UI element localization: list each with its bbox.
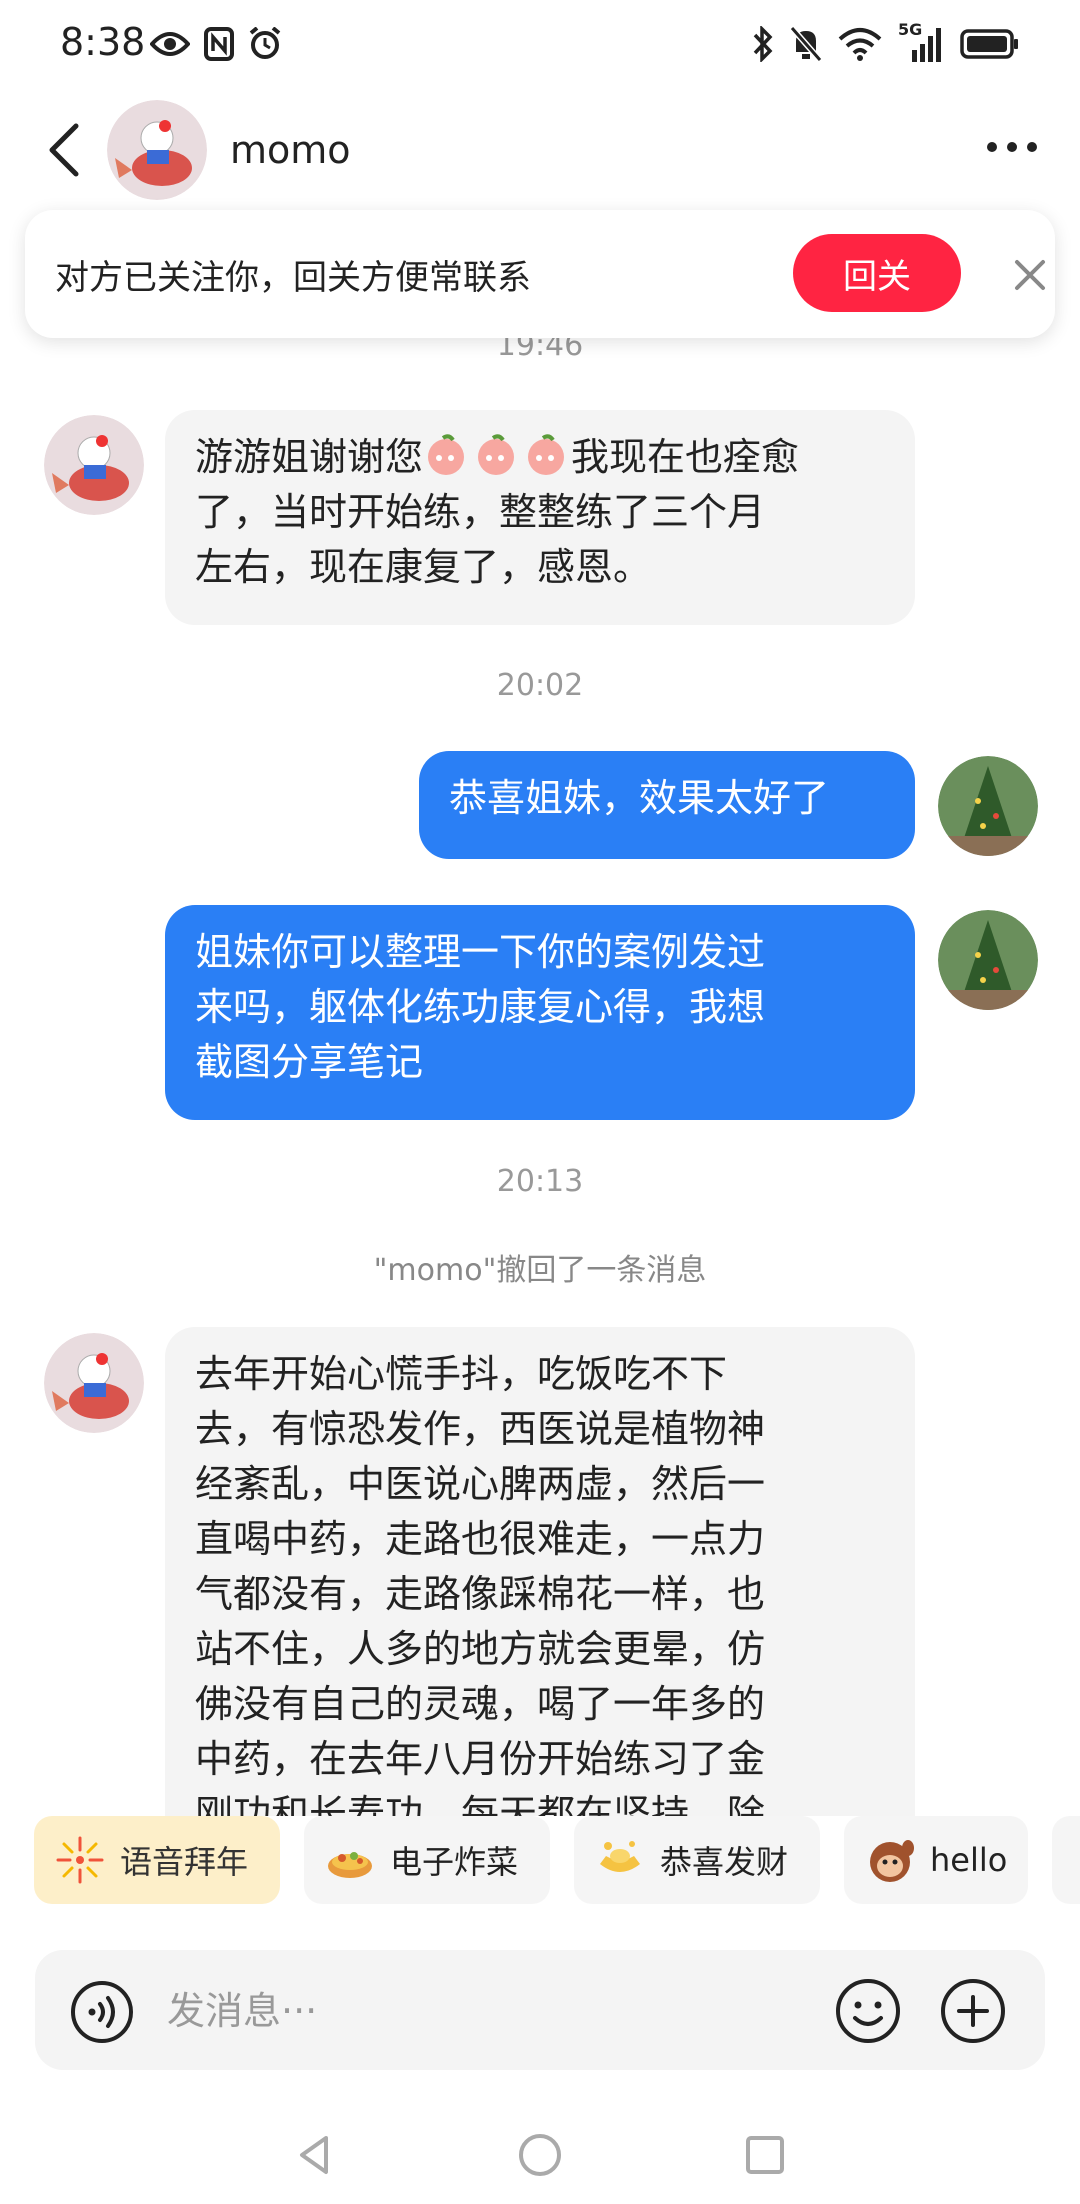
peach-emoji-icon (523, 432, 569, 478)
message-line: 游游姐谢谢您 我现在也痊愈 (195, 430, 885, 485)
nav-home-button[interactable] (515, 2130, 565, 2180)
triangle-back-icon (300, 2136, 328, 2174)
my-avatar[interactable] (938, 756, 1038, 856)
system-nav-bar (0, 2110, 1080, 2204)
alarm-icon (249, 27, 281, 59)
message-line: 佛没有自己的灵魂，喝了一年多的 (195, 1682, 766, 1726)
emoji-icon (836, 1979, 900, 2043)
square-recents-icon (746, 2136, 784, 2174)
message-line: 经紊乱，中医说心脾两虚，然后一 (195, 1462, 766, 1506)
timestamp: 20:13 (496, 1164, 584, 1199)
message-line: 截图分享笔记 (195, 1040, 424, 1084)
message-line: 了，当时开始练，整整练了三个月 (195, 490, 766, 534)
close-banner-button[interactable] (1005, 250, 1055, 300)
status-time: 8:38 (60, 20, 146, 64)
contact-avatar[interactable] (44, 415, 144, 515)
quick-reply-label: 语音拜年 (120, 1843, 249, 1881)
quick-reply-chip[interactable]: 恭喜发财 (574, 1816, 820, 1904)
message-text: 游游姐谢谢您 (195, 435, 424, 479)
incoming-message[interactable]: 游游姐谢谢您 我现在也痊愈 了，当时开始练，整整练了三个月 左右，现在康复了，感恩… (165, 410, 915, 625)
message-line: 气都没有，走路像踩棉花一样，也 (195, 1572, 766, 1616)
message-line: 去年开始心慌手抖，吃饭吃不下 (195, 1352, 728, 1396)
quick-reply-chip[interactable]: hello (844, 1816, 1028, 1904)
quick-reply-chip[interactable]: 语音拜年 (34, 1816, 280, 1904)
outgoing-message[interactable]: 姐妹你可以整理一下你的案例发过 来吗，躯体化练功康复心得，我想 截图分享笔记 (165, 905, 915, 1120)
message-text: 我现在也痊愈 (571, 435, 800, 479)
message-input-bar (35, 1950, 1045, 2070)
message-line: 姐妹你可以整理一下你的案例发过 (195, 930, 766, 974)
message-line: 站不住，人多的地方就会更晕，仿 (195, 1627, 766, 1671)
signal-5g-icon: 5G (898, 20, 944, 64)
chat-header: momo (0, 90, 1080, 210)
quick-reply-label: 恭喜发财 (660, 1843, 789, 1881)
message-line: 去，有惊恐发作，西医说是植物神 (195, 1407, 766, 1451)
more-actions-button[interactable] (940, 1978, 1006, 2044)
chevron-left-icon (49, 123, 79, 177)
voice-icon (71, 1981, 133, 2043)
close-icon (1015, 260, 1045, 290)
message-line: 左右，现在康复了，感恩。 (195, 545, 652, 589)
battery-icon (960, 29, 1018, 59)
outgoing-message[interactable]: 恭喜姐妹，效果太好了 (419, 751, 915, 859)
wifi-icon (838, 28, 882, 61)
contact-name[interactable]: momo (230, 128, 351, 172)
monkey-wave-icon (870, 1840, 914, 1882)
incoming-message[interactable]: 去年开始心慌手抖，吃饭吃不下 去，有惊恐发作，西医说是植物神 经紊乱，中医说心脾… (165, 1327, 915, 1816)
recall-notice: "momo"撤回了一条消息 (373, 1253, 707, 1288)
more-icon (987, 142, 1037, 152)
timestamp: 20:02 (496, 668, 584, 703)
emoji-button[interactable] (835, 1978, 901, 2044)
quick-reply-label: 电子炸菜 (390, 1843, 519, 1881)
quick-reply-chip[interactable]: 电子炸菜 (304, 1816, 550, 1904)
contact-avatar[interactable] (107, 100, 207, 200)
message-line: 直喝中药，走路也很难走，一点力 (195, 1517, 766, 1561)
peach-emoji-icon (423, 432, 469, 478)
fried-food-icon (328, 1852, 372, 1878)
firework-icon (56, 1836, 104, 1884)
my-avatar[interactable] (938, 910, 1038, 1010)
message-line: 刚功和长寿功，每天都在坚持，除 (195, 1792, 766, 1816)
nfc-icon (204, 27, 234, 61)
quick-reply-chip[interactable] (1052, 1816, 1080, 1904)
mute-icon (790, 26, 822, 62)
more-button[interactable] (982, 132, 1042, 162)
message-line: 来吗，躯体化练功康复心得，我想 (195, 985, 766, 1029)
message-line: 中药，在去年八月份开始练习了金 (195, 1737, 766, 1781)
back-button[interactable] (40, 120, 90, 180)
peach-emoji-icon (473, 432, 519, 478)
nav-back-button[interactable] (290, 2130, 340, 2180)
circle-home-icon (519, 2134, 561, 2176)
quick-reply-bar: 语音拜年 电子炸菜 恭喜发财 hello (0, 1816, 1080, 1908)
message-input[interactable] (165, 1978, 819, 2044)
voice-button[interactable] (70, 1980, 134, 2044)
status-bar: 8:38 5G (0, 0, 1080, 90)
follow-banner: 对方已关注你，回关方便常联系 回关 (25, 210, 1055, 338)
plus-icon (941, 1979, 1005, 2043)
quick-reply-label: hello (930, 1841, 1008, 1879)
eye-icon (150, 32, 190, 56)
follow-back-button[interactable]: 回关 (793, 234, 961, 312)
gold-ingot-icon (600, 1841, 640, 1872)
nav-recents-button[interactable] (740, 2130, 790, 2180)
follow-banner-text: 对方已关注你，回关方便常联系 (55, 258, 531, 298)
contact-avatar[interactable] (44, 1333, 144, 1433)
bluetooth-icon (753, 26, 773, 62)
